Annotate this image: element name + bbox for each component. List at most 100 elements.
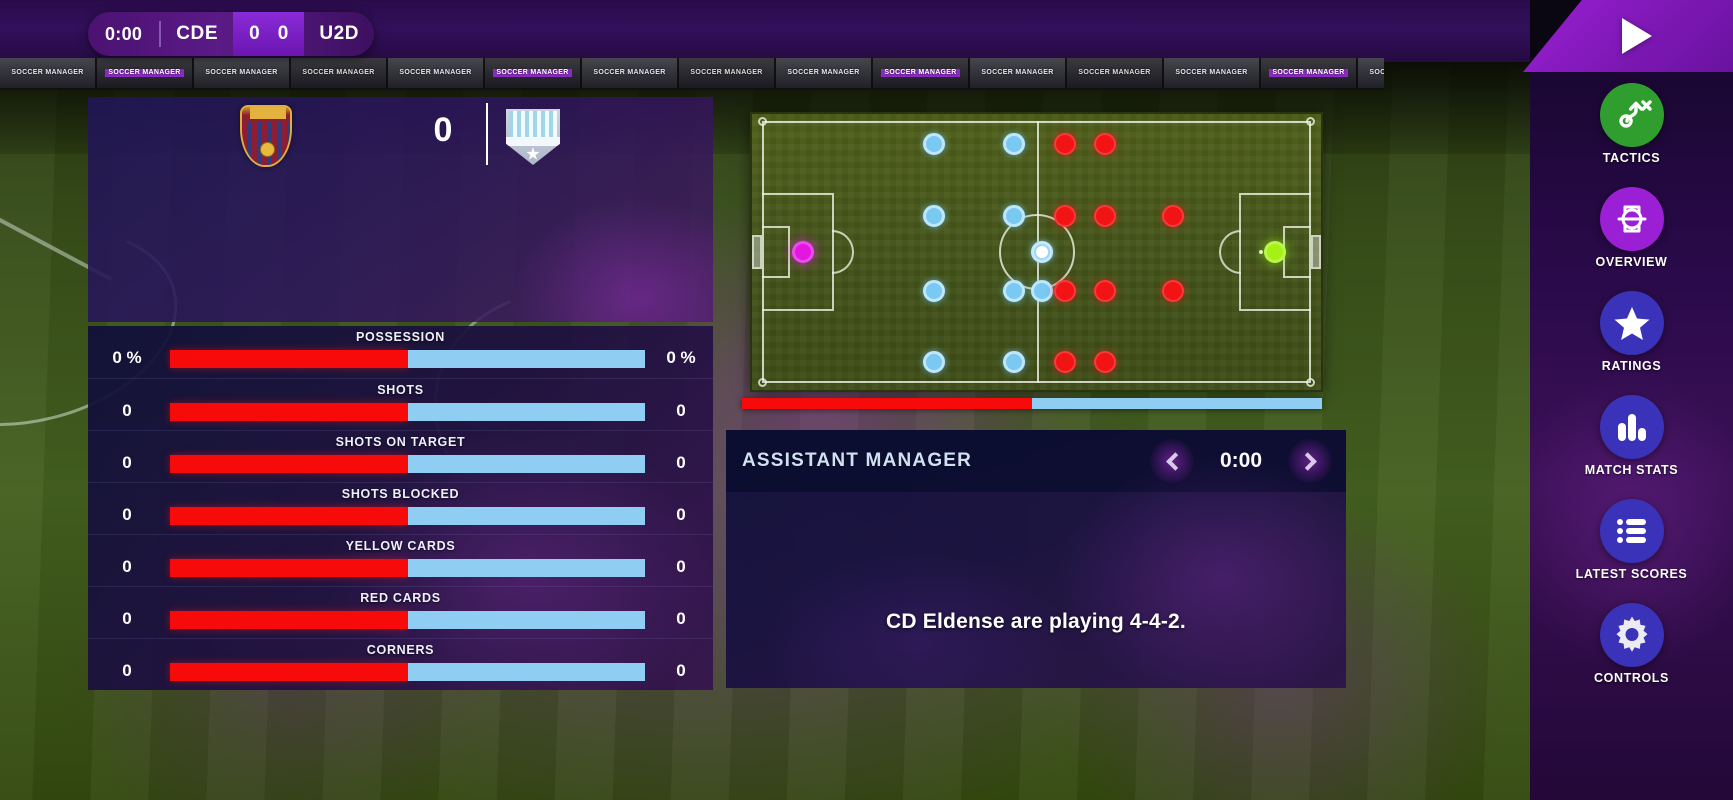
assistant-manager-message: CD Eldense are playing 4-4-2.: [886, 610, 1186, 633]
panel-glow: [508, 197, 713, 322]
stat-home-value: 0: [122, 453, 132, 472]
stat-label: SHOTS: [377, 383, 424, 397]
scorebug-away-score: 0: [277, 23, 289, 44]
stat-row: RED CARDS 0 0: [88, 586, 713, 638]
score-panel: 0 0: [88, 97, 713, 322]
home-player-marker[interactable]: [1002, 133, 1025, 156]
stat-bar-away: [407, 403, 645, 421]
hoarding-text: SOCCER MANAGER: [593, 69, 666, 76]
hoarding-text: SOCCER MANAGER: [1269, 69, 1348, 77]
star-icon: [1599, 291, 1664, 355]
scorebug-home-abbr: CDE: [176, 23, 219, 44]
sidebar-item-controls[interactable]: CONTROLS: [1530, 592, 1733, 696]
corner-arc: [1306, 117, 1315, 126]
stat-label: CORNERS: [366, 643, 435, 657]
tactics-pitch[interactable]: [750, 112, 1323, 392]
corner-arc: [758, 378, 767, 387]
stat-bar: [170, 663, 645, 681]
away-player-marker[interactable]: [1053, 205, 1076, 228]
stat-home-value: 0: [122, 661, 132, 680]
away-player-marker[interactable]: [1093, 205, 1116, 228]
match-stats-rows: POSSESSION 0 % 0 % SHOTS 0 0 SHOTS ON TARGET 0 0…: [88, 326, 713, 690]
home-player-marker[interactable]: [923, 279, 946, 302]
scorebug-clock: 0:00: [105, 23, 143, 44]
hoarding-text: SOCCER MANAGER: [399, 69, 472, 76]
scorebug-home-score: 0: [249, 23, 260, 44]
possession-home: [742, 398, 1032, 409]
home-player-marker[interactable]: [1002, 351, 1025, 374]
stat-away-value: 0 %: [666, 348, 696, 367]
scorebug-scores: 0 0: [233, 12, 305, 56]
stat-row: YELLOW CARDS 0 0: [88, 534, 713, 586]
hoarding-panel: SOCCER MANAGER: [194, 58, 291, 88]
match-stats-panel: POSSESSION 0 % 0 % SHOTS 0 0 SHOTS ON TARGET 0 0…: [88, 326, 713, 690]
gear-icon: [1599, 603, 1664, 667]
sidebar-item-overview[interactable]: OVERVIEW: [1530, 176, 1733, 280]
stat-bar-home: [170, 611, 408, 629]
scorebug[interactable]: 0:00 CDE 0 0 U2D: [88, 12, 375, 56]
away-player-marker[interactable]: [1162, 279, 1185, 302]
possession-away: [1032, 398, 1322, 409]
stat-label: YELLOW CARDS: [345, 539, 456, 553]
stat-bar-home: [170, 403, 408, 421]
stat-bar-away: [407, 455, 645, 473]
stat-home-value: 0: [122, 401, 132, 420]
goal-box-left: [762, 226, 790, 278]
crest-star: [526, 147, 540, 160]
home-player-marker[interactable]: [1002, 279, 1025, 302]
away-player-marker[interactable]: [1162, 205, 1185, 228]
stat-row: CORNERS 0 0: [88, 638, 713, 690]
assistant-manager-panel: ASSISTANT MANAGER 0:00 CD Eldense are pl…: [726, 430, 1346, 688]
stat-row: SHOTS ON TARGET 0 0: [88, 430, 713, 482]
score-divider: [486, 103, 488, 165]
sidebar-item-match-stats[interactable]: MATCH STATS: [1530, 384, 1733, 488]
stat-home-value: 0 %: [112, 348, 142, 367]
crest-crown: [250, 107, 286, 119]
stat-bar-home: [170, 663, 408, 681]
hoarding-panel: SOCCER MANAGER: [679, 58, 776, 88]
hoarding-panel: SOCCER MANAGER: [1164, 58, 1261, 88]
home-player-marker[interactable]: [1031, 279, 1054, 302]
stat-bar-home: [170, 350, 408, 368]
list-icon: [1599, 499, 1664, 563]
away-player-marker[interactable]: [1093, 133, 1116, 156]
away-player-marker[interactable]: [1053, 279, 1076, 302]
home-player-marker[interactable]: [1002, 205, 1025, 228]
sidebar-item-label: LATEST SCORES: [1575, 567, 1688, 581]
stat-bar-home: [170, 507, 408, 525]
possession-bar: [742, 398, 1322, 409]
hoarding-panel: SOCCER MANAGER: [776, 58, 873, 88]
play-button[interactable]: [1523, 0, 1733, 72]
hoarding-panel: SOCCER MANAGER: [0, 58, 97, 88]
hoarding-text: SOCCER MANAGER: [1175, 69, 1248, 76]
stat-bar: [170, 350, 645, 368]
sidebar-nav: TACTICS OVERVIEW RATINGS MATCH STATS LATEST …: [1530, 72, 1733, 696]
stat-bar: [170, 507, 645, 525]
away-crest: [506, 109, 560, 165]
sidebar-item-tactics[interactable]: TACTICS: [1530, 72, 1733, 176]
stat-bar-away: [407, 559, 645, 577]
sidebar-item-label: MATCH STATS: [1584, 463, 1679, 477]
sidebar-item-label: TACTICS: [1602, 151, 1661, 165]
sponsor-hoarding: SOCCER MANAGER SOCCER MANAGER SOCCER MANAG…: [0, 58, 1384, 90]
stat-bar: [170, 455, 645, 473]
away-player-marker[interactable]: [1093, 279, 1116, 302]
stat-row: SHOTS 0 0: [88, 378, 713, 430]
hoarding-text: SOCCER MANAGER: [205, 69, 278, 76]
stat-bar-away: [407, 611, 645, 629]
hoarding-text: SOCCER MANAGER: [1078, 69, 1151, 76]
stat-away-value: 0: [676, 557, 686, 576]
hoarding-panel: SOCCER MANAGER: [1261, 58, 1358, 88]
overview-icon: [1599, 187, 1664, 251]
stat-label: SHOTS ON TARGET: [335, 435, 466, 449]
stat-row: SHOTS BLOCKED 0 0: [88, 482, 713, 534]
hoarding-panel: SOCCER MANAGER: [388, 58, 485, 88]
sidebar-item-latest-scores[interactable]: LATEST SCORES: [1530, 488, 1733, 592]
stat-bar-away: [407, 663, 645, 681]
corner-arc: [1306, 378, 1315, 387]
hoarding-text: SOCCER MANAGER: [105, 69, 184, 77]
sidebar-item-ratings[interactable]: RATINGS: [1530, 280, 1733, 384]
home-crest: [240, 105, 292, 167]
crest-stripes: [509, 111, 557, 137]
away-player-marker[interactable]: [1093, 351, 1116, 374]
